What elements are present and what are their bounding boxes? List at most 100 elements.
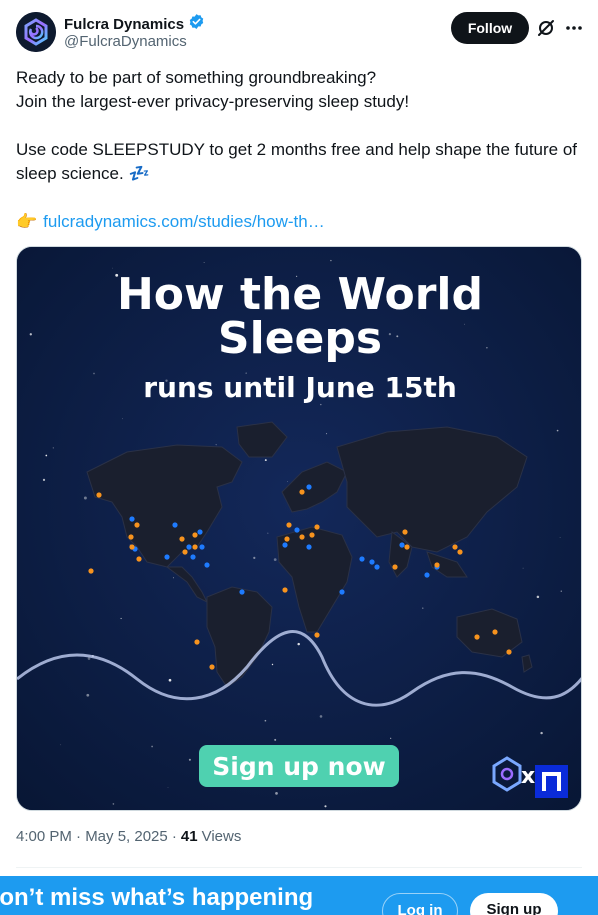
- tweet-line: Join the largest-ever privacy-preserving…: [16, 92, 410, 111]
- participant-dot: [369, 559, 375, 565]
- participant-dot: [182, 549, 188, 555]
- star: [326, 433, 328, 435]
- participant-dot: [299, 489, 305, 495]
- tweet-timestamp[interactable]: 4:00 PM · May 5, 2025 ·: [16, 828, 177, 845]
- participant-dot: [314, 524, 320, 530]
- participant-dot: [186, 544, 192, 550]
- partner-x-text: x: [521, 764, 535, 789]
- participant-dot: [179, 536, 185, 542]
- participant-dot: [172, 522, 178, 528]
- star: [60, 744, 62, 746]
- star: [172, 577, 174, 579]
- more-icon[interactable]: [564, 18, 584, 38]
- participant-dot: [492, 629, 498, 635]
- participant-dot: [402, 529, 408, 535]
- participant-dot: [129, 516, 135, 522]
- participant-dot: [294, 527, 300, 533]
- media-cta-text: Sign up now: [212, 752, 385, 781]
- pointing-hand-icon: 👉: [16, 212, 38, 231]
- participant-dot: [506, 649, 512, 655]
- participant-dot: [284, 536, 290, 542]
- participant-dot: [424, 572, 430, 578]
- star: [264, 719, 267, 722]
- tweet-media-image[interactable]: How the World Sleeps runs until June 15t…: [16, 246, 582, 811]
- author-handle[interactable]: @FulcraDynamics: [64, 33, 187, 50]
- star: [396, 335, 399, 338]
- participant-dot: [474, 634, 480, 640]
- star: [167, 787, 169, 788]
- star: [536, 595, 540, 599]
- sleep-emoji-icon: 💤: [128, 164, 150, 183]
- star: [464, 323, 465, 325]
- star: [319, 715, 323, 718]
- participant-dot: [194, 639, 200, 645]
- participant-dot: [96, 492, 102, 498]
- participant-dot: [309, 532, 315, 538]
- views-count: 41: [180, 828, 198, 845]
- follow-button[interactable]: Follow: [451, 12, 529, 44]
- tweet-line: Ready to be part of something groundbrea…: [16, 68, 377, 87]
- participant-dot: [204, 562, 210, 568]
- tweet-link-line: 👉 fulcradynamics.com/studies/how-th…: [16, 210, 325, 234]
- participant-dot: [392, 564, 398, 570]
- star: [274, 738, 277, 741]
- participant-dot: [339, 589, 345, 595]
- star: [188, 758, 191, 761]
- participant-dot: [164, 554, 170, 560]
- tweet-meta: 4:00 PM · May 5, 2025 · 41 Views: [16, 828, 241, 845]
- participant-dot: [434, 562, 440, 568]
- star: [560, 590, 562, 592]
- star: [42, 478, 46, 482]
- star: [275, 792, 278, 795]
- star: [151, 745, 153, 748]
- participant-dot: [374, 564, 380, 570]
- participant-dot: [314, 632, 320, 638]
- star: [271, 663, 274, 666]
- star: [320, 403, 322, 406]
- participant-dot: [129, 544, 135, 550]
- media-title-line2: Sleeps: [218, 313, 382, 364]
- participant-dot: [452, 544, 458, 550]
- participant-dot: [286, 522, 292, 528]
- divider: [16, 867, 582, 868]
- views-label: Views: [201, 828, 242, 845]
- star: [45, 454, 48, 457]
- star: [120, 617, 122, 620]
- star: [297, 642, 300, 646]
- participant-dot: [199, 544, 205, 550]
- login-prompt-title: Don’t miss what’s happening: [0, 884, 314, 911]
- star: [29, 333, 32, 336]
- author-avatar[interactable]: [16, 12, 56, 52]
- author-display-name[interactable]: Fulcra Dynamics: [64, 16, 184, 33]
- participant-dot: [359, 556, 365, 562]
- participant-dot: [404, 544, 410, 550]
- grok-icon[interactable]: [536, 18, 556, 38]
- login-prompt-bar: Don’t miss what’s happening Log in Sign …: [0, 876, 598, 915]
- star: [422, 607, 424, 609]
- star: [388, 332, 392, 336]
- verified-badge-icon: [188, 13, 205, 35]
- participant-dot: [128, 534, 134, 540]
- login-button[interactable]: Log in: [382, 893, 458, 915]
- participant-dot: [399, 542, 405, 548]
- participant-dot: [306, 484, 312, 490]
- participant-dot: [282, 542, 288, 548]
- star: [324, 805, 327, 808]
- star: [390, 737, 392, 739]
- tweet-link[interactable]: fulcradynamics.com/studies/how-th…: [43, 210, 325, 234]
- media-subtitle: runs until June 15th: [143, 371, 457, 404]
- star: [83, 496, 87, 500]
- star: [287, 480, 288, 482]
- star: [168, 678, 172, 682]
- star: [86, 693, 90, 697]
- signup-button[interactable]: Sign up: [470, 893, 558, 915]
- star: [267, 532, 269, 534]
- star: [253, 556, 256, 560]
- participant-dot: [299, 534, 305, 540]
- star: [486, 347, 488, 349]
- participant-dot: [306, 544, 312, 550]
- star: [273, 558, 277, 561]
- participant-dot: [190, 554, 196, 560]
- participant-dot: [282, 587, 288, 593]
- participant-dot: [134, 522, 140, 528]
